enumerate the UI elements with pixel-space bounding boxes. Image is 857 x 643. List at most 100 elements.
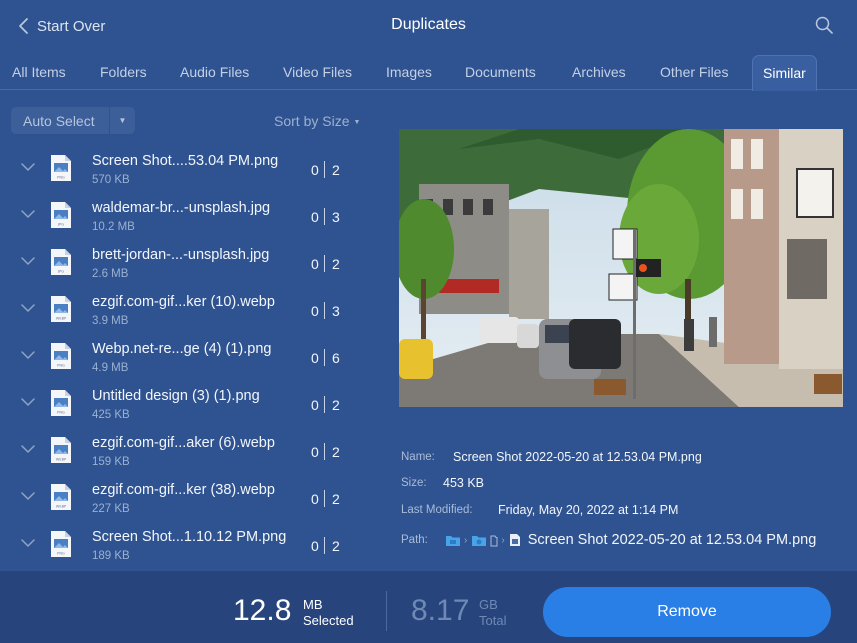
street-photo bbox=[399, 129, 843, 407]
duplicate-group-row[interactable]: WEBP ezgif.com-gif...ker (38).webp 227 KB 0… bbox=[0, 475, 385, 522]
file-type-label: WEBP bbox=[56, 458, 67, 462]
chevron-down-icon[interactable] bbox=[21, 491, 35, 501]
remove-button[interactable]: Remove bbox=[543, 587, 831, 637]
file-type-label: JPG bbox=[57, 223, 64, 227]
duplicate-group-row[interactable]: PNG Screen Shot....53.04 PM.png 570 KB 0 2 bbox=[0, 146, 385, 193]
path-filename: Screen Shot 2022-05-20 at 12.53.04 PM.pn… bbox=[527, 532, 817, 548]
folder-icon[interactable] bbox=[471, 534, 487, 547]
file-name: ezgif.com-gif...aker (6).webp bbox=[92, 435, 275, 451]
chevron-down-icon[interactable] bbox=[21, 350, 35, 360]
tab-other-files[interactable]: Other Files bbox=[660, 55, 728, 90]
last-modified-value: Friday, May 20, 2022 at 1:14 PM bbox=[498, 503, 679, 517]
sort-label: Sort by Size bbox=[274, 113, 350, 129]
selected-count: 0 bbox=[311, 538, 319, 554]
count-divider bbox=[324, 161, 325, 178]
path-separator-icon: › bbox=[501, 534, 505, 546]
file-name: Untitled design (3) (1).png bbox=[92, 388, 260, 404]
count-divider bbox=[324, 490, 325, 507]
file-type-label: PNG bbox=[57, 176, 65, 180]
chevron-down-icon[interactable] bbox=[21, 538, 35, 548]
tab-similar[interactable]: Similar bbox=[752, 55, 817, 91]
document-icon bbox=[509, 534, 520, 546]
sort-arrow-icon: ▼ bbox=[353, 119, 361, 126]
file-size: 189 KB bbox=[92, 550, 130, 562]
count-divider bbox=[324, 537, 325, 554]
chevron-down-icon[interactable] bbox=[21, 209, 35, 219]
image-file-icon: PNG bbox=[51, 531, 71, 557]
total-size-value: 8.17 bbox=[411, 594, 470, 627]
file-type-label: PNG bbox=[57, 364, 65, 368]
size-label: Size: bbox=[401, 477, 427, 489]
file-name: Screen Shot...1.10.12 PM.png bbox=[92, 529, 287, 545]
duplicate-count: 2 bbox=[332, 491, 340, 507]
auto-select-dropdown[interactable]: Auto Select ▼ bbox=[11, 107, 135, 134]
duplicate-group-row[interactable]: PNG Untitled design (3) (1).png 425 KB 0 2 bbox=[0, 381, 385, 428]
search-icon[interactable] bbox=[815, 16, 833, 34]
total-size-unit: GB Total bbox=[479, 597, 506, 629]
size-value: 453 KB bbox=[443, 476, 485, 490]
count-divider bbox=[324, 443, 325, 460]
image-file-icon: WEBP bbox=[51, 437, 71, 463]
tab-archives[interactable]: Archives bbox=[572, 55, 626, 90]
chevron-down-icon[interactable] bbox=[21, 303, 35, 313]
duplicate-count: 3 bbox=[332, 209, 340, 225]
tab-documents[interactable]: Documents bbox=[465, 55, 536, 90]
page-title: Duplicates bbox=[391, 16, 466, 33]
chevron-down-icon[interactable] bbox=[21, 397, 35, 407]
file-name: Webp.net-re...ge (4) (1).png bbox=[92, 341, 272, 357]
duplicate-group-row[interactable]: JPG brett-jordan-...-unsplash.jpg 2.6 MB 0 2 bbox=[0, 240, 385, 287]
duplicate-count: 2 bbox=[332, 444, 340, 460]
file-type-label: PNG bbox=[57, 552, 65, 556]
tab-folders[interactable]: Folders bbox=[100, 55, 147, 90]
file-name: ezgif.com-gif...ker (10).webp bbox=[92, 294, 275, 310]
selected-count: 0 bbox=[311, 350, 319, 366]
selected-count: 0 bbox=[311, 491, 319, 507]
sort-by-size-dropdown[interactable]: Sort by Size ▼ bbox=[274, 113, 360, 129]
tab-audio-files[interactable]: Audio Files bbox=[180, 55, 249, 90]
duplicate-count: 6 bbox=[332, 350, 340, 366]
duplicate-groups-list: PNG Screen Shot....53.04 PM.png 570 KB 0 2 JP… bbox=[0, 145, 385, 570]
name-value: Screen Shot 2022-05-20 at 12.53.04 PM.pn… bbox=[453, 450, 702, 464]
image-file-icon: JPG bbox=[51, 202, 71, 228]
duplicate-count: 2 bbox=[332, 162, 340, 178]
duplicate-group-row[interactable]: PNG Webp.net-re...ge (4) (1).png 4.9 MB 0 6 bbox=[0, 334, 385, 381]
image-file-icon: PNG bbox=[51, 343, 71, 369]
selected-count: 0 bbox=[311, 162, 319, 178]
selected-count: 0 bbox=[311, 256, 319, 272]
footer-divider bbox=[386, 591, 387, 631]
folder-icon[interactable] bbox=[445, 534, 461, 547]
image-file-icon: WEBP bbox=[51, 296, 71, 322]
file-name: brett-jordan-...-unsplash.jpg bbox=[92, 247, 270, 263]
chevron-down-icon[interactable] bbox=[21, 162, 35, 172]
duplicate-count: 2 bbox=[332, 397, 340, 413]
selected-label: Selected bbox=[303, 613, 354, 628]
selected-size-unit: MB Selected bbox=[303, 597, 354, 629]
auto-select-label: Auto Select bbox=[23, 112, 95, 129]
duplicate-group-row[interactable]: WEBP ezgif.com-gif...ker (10).webp 3.9 MB 0… bbox=[0, 287, 385, 334]
chevron-down-icon[interactable] bbox=[21, 444, 35, 454]
selected-unit-text: MB bbox=[303, 597, 323, 612]
image-file-icon: JPG bbox=[51, 249, 71, 275]
image-preview bbox=[399, 129, 843, 407]
tab-all-items[interactable]: All Items bbox=[12, 55, 66, 90]
file-name: Screen Shot....53.04 PM.png bbox=[92, 153, 279, 169]
count-divider bbox=[324, 396, 325, 413]
category-tabs: All Items Folders Audio Files Video File… bbox=[0, 55, 857, 91]
file-size: 570 KB bbox=[92, 174, 130, 186]
tab-video-files[interactable]: Video Files bbox=[283, 55, 352, 90]
tab-images[interactable]: Images bbox=[386, 55, 432, 90]
file-size: 227 KB bbox=[92, 503, 130, 515]
file-size: 3.9 MB bbox=[92, 315, 129, 327]
footer-bar: 12.8 MB Selected 8.17 GB Total Remove bbox=[0, 571, 857, 643]
chevron-down-icon[interactable] bbox=[21, 256, 35, 266]
count-divider bbox=[324, 255, 325, 272]
duplicate-group-row[interactable]: PNG Screen Shot...1.10.12 PM.png 189 KB 0 2 bbox=[0, 522, 385, 569]
window-header: Start Over Duplicates bbox=[0, 0, 857, 52]
dropdown-arrow-icon[interactable]: ▼ bbox=[110, 116, 135, 125]
duplicate-count: 3 bbox=[332, 303, 340, 319]
duplicate-group-row[interactable]: WEBP ezgif.com-gif...aker (6).webp 159 KB 0… bbox=[0, 428, 385, 475]
duplicate-group-row[interactable]: JPG waldemar-br...-unsplash.jpg 10.2 MB 0 3 bbox=[0, 193, 385, 240]
file-name: waldemar-br...-unsplash.jpg bbox=[92, 200, 271, 216]
truncated-folder-icon bbox=[490, 535, 498, 546]
image-file-icon: WEBP bbox=[51, 484, 71, 510]
